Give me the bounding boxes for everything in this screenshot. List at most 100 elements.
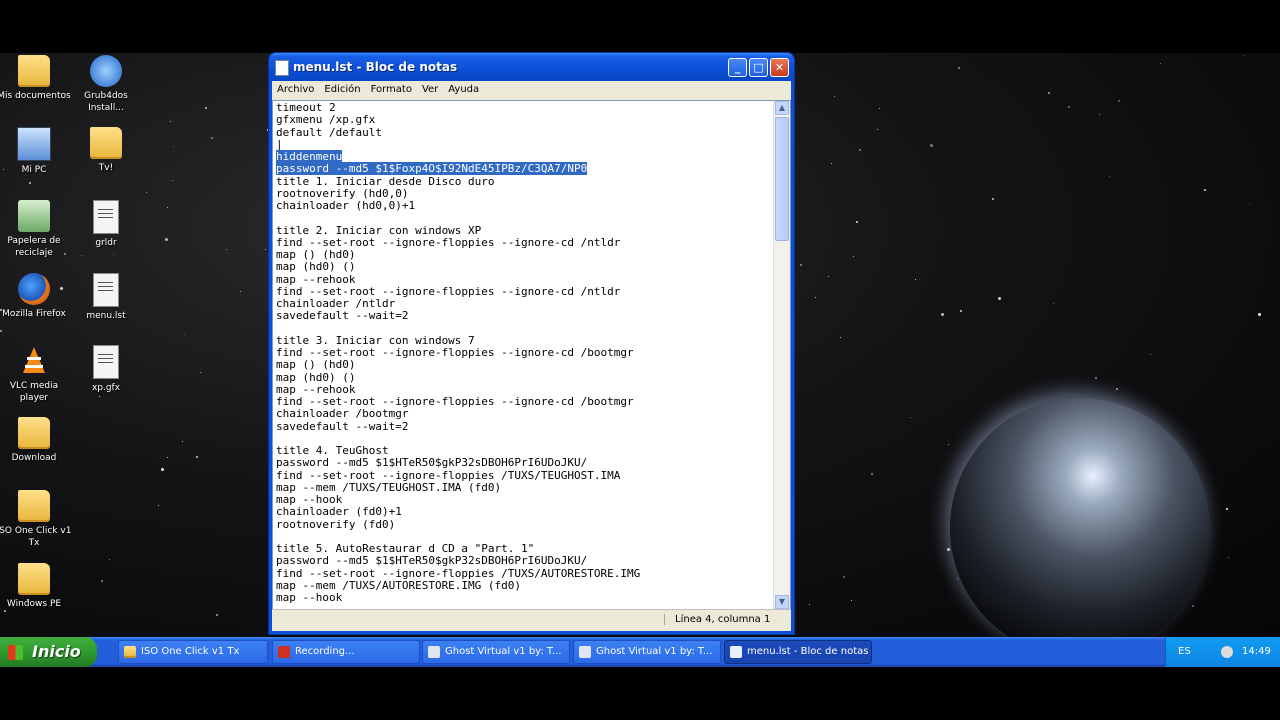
- folder-icon: [124, 646, 136, 658]
- text-line[interactable]: savedefault --wait=2: [276, 420, 772, 433]
- text-line-content: password --md5 $1$HTeR50$gkP32sDBOH6PrI6…: [276, 554, 588, 568]
- star: [1150, 354, 1151, 355]
- taskbar-button-iso-one-click[interactable]: ISO One Click v1 Tx: [118, 640, 268, 664]
- star: [101, 580, 103, 582]
- taskbar-button-label: ISO One Click v1 Tx: [141, 646, 240, 657]
- star: [173, 146, 174, 147]
- desktop-icon-grub4dos[interactable]: Grub4dos Install...: [68, 55, 144, 114]
- menu-formato[interactable]: Formato: [366, 81, 417, 95]
- text-line-content: chainloader /bootmgr: [276, 407, 409, 421]
- desktop-icon-firefox[interactable]: Mozilla Firefox: [0, 273, 72, 320]
- text-line-content: map --rehook: [276, 382, 356, 396]
- text-line-content: map (hd0) (): [276, 370, 356, 384]
- star: [184, 334, 185, 335]
- star: [29, 182, 31, 184]
- scroll-down-arrow-icon[interactable]: ▼: [775, 595, 789, 609]
- text-line[interactable]: |: [276, 138, 772, 151]
- notepad-window[interactable]: menu.lst - Bloc de notas _ □ ✕ Archivo Ed…: [268, 52, 795, 635]
- text-line-content: find --set-root --ignore-floppies /TUXS/…: [276, 468, 621, 482]
- minimize-button[interactable]: _: [728, 58, 747, 77]
- desktop-icon-download[interactable]: Download: [0, 417, 72, 464]
- menu-ayuda[interactable]: Ayuda: [443, 81, 484, 95]
- text-content[interactable]: timeout 2 gfxmenu /xp.gfx default /default…: [276, 101, 772, 609]
- text-line[interactable]: rootnoverify (fd0): [276, 517, 772, 531]
- close-button[interactable]: ✕: [770, 58, 789, 77]
- text-file-icon: [93, 273, 119, 307]
- taskbar-button-recording[interactable]: Recording...: [272, 640, 420, 664]
- folder-icon: [18, 490, 50, 522]
- text-line-content: find --set-root --ignore-floppies --igno…: [276, 284, 621, 298]
- desktop-icon-xp-gfx[interactable]: xp.gfx: [68, 345, 144, 394]
- text-line[interactable]: chainloader (hd0,0)+1: [276, 199, 772, 212]
- desktop-icon-tv[interactable]: Tv!: [68, 127, 144, 174]
- desktop-icon-my-pc[interactable]: Mi PC: [0, 127, 72, 176]
- text-editor[interactable]: timeout 2 gfxmenu /xp.gfx default /default…: [272, 100, 791, 610]
- text-line[interactable]: savedefault --wait=2: [276, 310, 772, 322]
- text-line-content: chainloader /ntldr: [276, 297, 396, 310]
- star: [957, 579, 958, 580]
- taskbar-button-ghost-virtual-1[interactable]: Ghost Virtual v1 by: T...: [422, 640, 570, 664]
- desktop-icon-recycle-bin[interactable]: Papelera de reciclaje: [0, 200, 72, 259]
- desktop-icon-grldr[interactable]: grldr: [68, 200, 144, 249]
- app-icon: [428, 646, 440, 658]
- text-line-content: find --set-root --ignore-floppies --igno…: [276, 346, 634, 359]
- start-button[interactable]: Inicio: [0, 637, 97, 667]
- star: [1095, 377, 1097, 379]
- scroll-up-arrow-icon[interactable]: ▲: [775, 101, 789, 115]
- star: [1192, 605, 1194, 607]
- text-line-content: password --md5 $1$HTeR50$gkP32sDBOH6PrI6…: [276, 456, 588, 470]
- desktop-icon-menu-lst[interactable]: menu.lst: [68, 273, 144, 322]
- text-line-content: chainloader (hd0,0)+1: [276, 199, 416, 212]
- text-line-content: find --set-root --ignore-floppies --igno…: [276, 235, 621, 249]
- star: [871, 473, 873, 475]
- star: [1160, 63, 1161, 64]
- taskbar-button-notepad[interactable]: menu.lst - Bloc de notas: [724, 640, 872, 664]
- maximize-button[interactable]: □: [749, 58, 768, 77]
- star: [859, 149, 861, 151]
- star: [930, 144, 933, 147]
- file-icon: [93, 200, 119, 234]
- desktop-icon-my-documents[interactable]: Mis documentos: [0, 55, 72, 102]
- computer-icon: [17, 127, 51, 161]
- desktop-icon-label: Mozilla Firefox: [2, 309, 66, 319]
- language-indicator[interactable]: ES: [1178, 646, 1191, 657]
- star: [840, 337, 841, 338]
- menu-edicion[interactable]: Edición: [319, 81, 365, 95]
- star: [167, 207, 168, 208]
- volume-icon[interactable]: [1221, 646, 1233, 658]
- taskbar-button-label: Ghost Virtual v1 by: T...: [596, 646, 713, 657]
- text-line-content: rootnoverify (fd0): [276, 517, 396, 531]
- text-line-content: savedefault --wait=2: [276, 309, 409, 323]
- desktop-icon-label: Mi PC: [21, 165, 47, 175]
- windows-logo-icon: [8, 645, 23, 660]
- taskbar-button-ghost-virtual-2[interactable]: Ghost Virtual v1 by: T...: [573, 640, 721, 664]
- star: [828, 276, 829, 277]
- star: [856, 221, 858, 223]
- desktop-icon-vlc[interactable]: VLC media player: [0, 345, 72, 404]
- text-line[interactable]: default /default: [276, 125, 772, 139]
- star: [211, 137, 213, 139]
- star: [834, 96, 835, 97]
- star: [843, 576, 845, 578]
- text-line[interactable]: map --mem /TUXS/TEUGHOST.IMA (fd0): [276, 481, 772, 494]
- menu-archivo[interactable]: Archivo: [272, 81, 319, 95]
- menu-ver[interactable]: Ver: [417, 81, 443, 95]
- vlc-cone-icon: [18, 345, 50, 377]
- vertical-scrollbar[interactable]: ▲ ▼: [773, 101, 790, 609]
- star: [998, 297, 1001, 300]
- text-line[interactable]: map --mem /TUXS/AUTORESTORE.IMG (fd0): [276, 579, 772, 592]
- text-line-content: default /default: [276, 125, 382, 139]
- menu-bar: Archivo Edición Formato Ver Ayuda: [272, 81, 791, 100]
- star: [200, 372, 201, 373]
- desktop-icon-iso-one-click[interactable]: ISO One Click v1 Tx: [0, 490, 72, 549]
- star: [915, 279, 916, 280]
- text-line-content: map () (hd0): [276, 248, 356, 261]
- star: [1053, 303, 1054, 304]
- text-line[interactable]: map --hook: [276, 591, 772, 604]
- notepad-icon: [275, 60, 289, 76]
- desktop-icon-windows-pe[interactable]: Windows PE: [0, 563, 72, 610]
- text-line-content: map --hook: [276, 591, 343, 604]
- desktop-icon-label: ISO One Click v1 Tx: [0, 526, 72, 548]
- window-titlebar[interactable]: menu.lst - Bloc de notas _ □ ✕: [269, 53, 794, 81]
- scroll-thumb[interactable]: [775, 117, 789, 241]
